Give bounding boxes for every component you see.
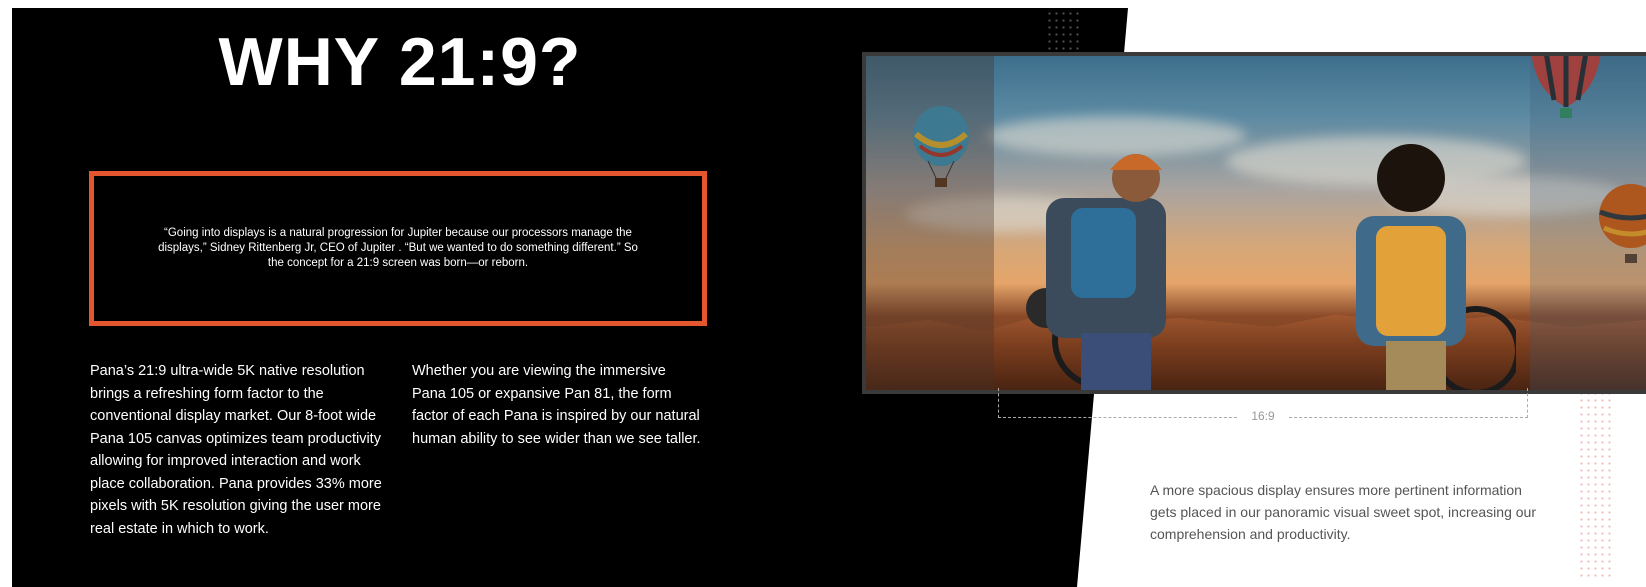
widescreen-extension-left [866, 56, 994, 390]
widescreen-extension-right [1530, 56, 1646, 390]
ultrawide-monitor-image [862, 52, 1646, 394]
aspect-ratio-label: 16:9 [1238, 409, 1288, 423]
body-text-right: Whether you are viewing the immersive Pa… [412, 363, 701, 447]
quote-text: “Going into displays is a natural progre… [158, 227, 638, 269]
dot-pattern-decoration [1046, 10, 1082, 50]
hiker-woman [1356, 144, 1516, 390]
page-title: WHY 21:9? [218, 24, 582, 100]
quote-box: “Going into displays is a natural progre… [89, 171, 707, 326]
dot-pattern-decoration-red [1578, 390, 1614, 580]
body-text-left: Pana’s 21:9 ultra-wide 5K native resolut… [90, 363, 382, 537]
hiker-man [1026, 154, 1166, 390]
caption-text: A more spacious display ensures more per… [1150, 482, 1536, 542]
